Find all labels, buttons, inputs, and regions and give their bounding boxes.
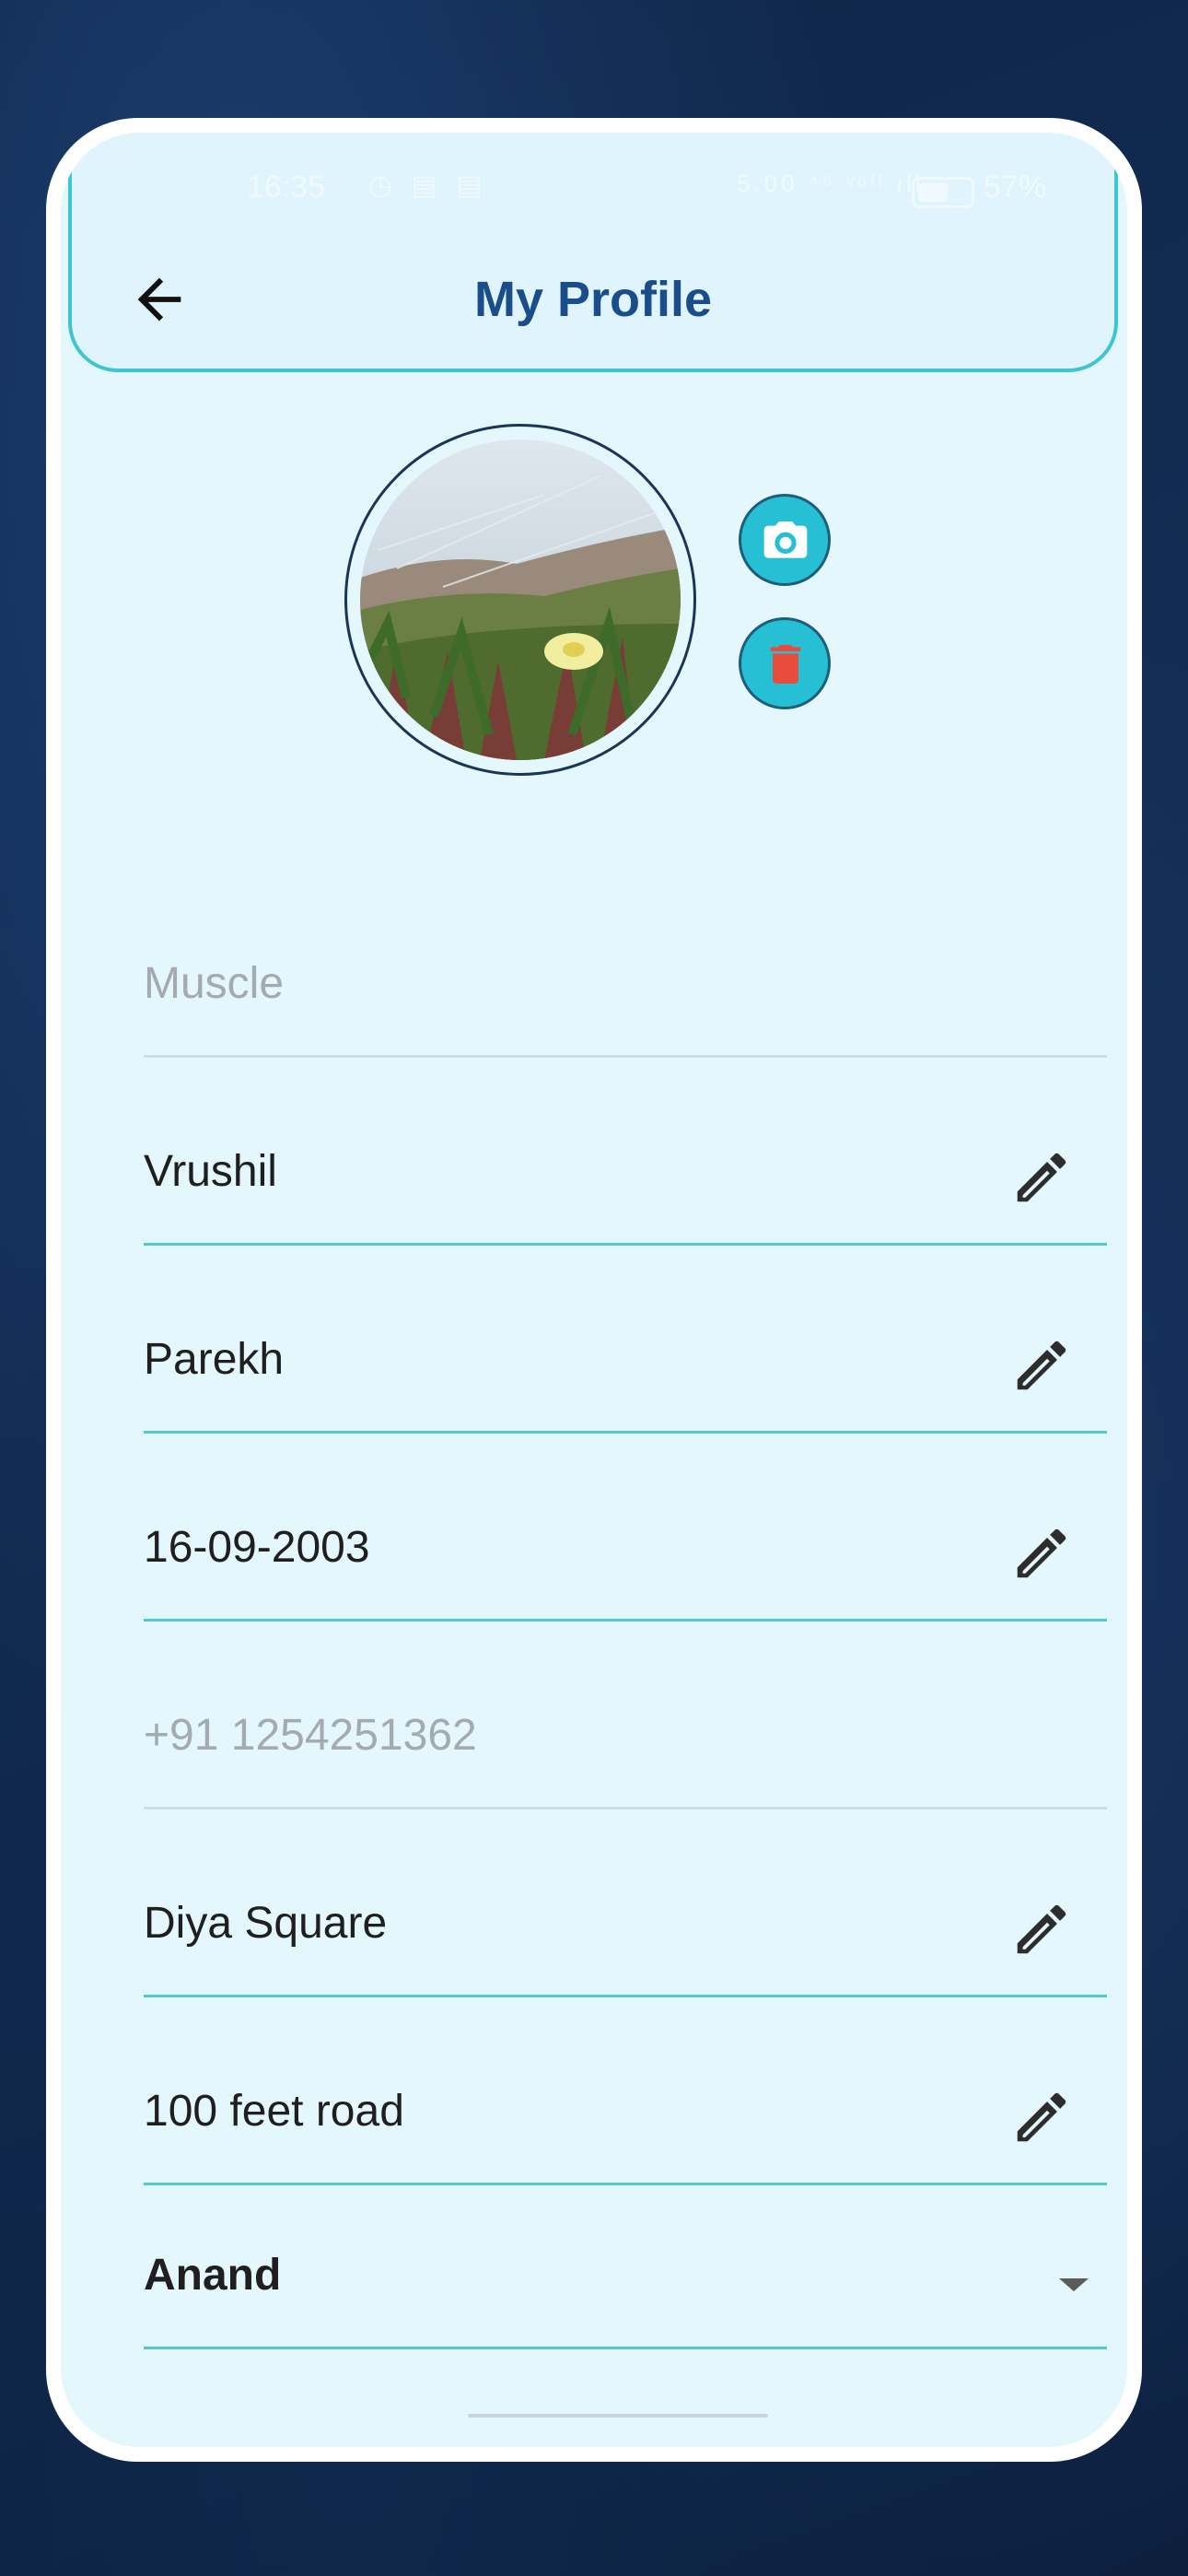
change-photo-button[interactable] xyxy=(739,494,831,586)
last-name-value[interactable]: Parekh xyxy=(144,1334,284,1385)
delete-photo-button[interactable] xyxy=(739,617,831,709)
phone-field: +91 1254251362 xyxy=(144,1622,1107,1809)
app-bar: 16:35 ◷ ▤ ▤ 5.00 ⁴⁶ ᵛᵒᴵᴵ ıll 57% My Prof… xyxy=(68,133,1118,372)
address-line-1-value[interactable]: Diya Square xyxy=(144,1898,387,1949)
page-title: My Profile xyxy=(473,272,713,327)
avatar-photo xyxy=(360,439,681,760)
address-line-2-field[interactable]: 100 feet road xyxy=(144,1997,1107,2185)
battery-icon xyxy=(912,177,974,208)
address-line-2-value[interactable]: 100 feet road xyxy=(144,2086,404,2137)
phone-frame: 16:35 ◷ ▤ ▤ 5.00 ⁴⁶ ᵛᵒᴵᴵ ıll 57% My Prof… xyxy=(46,118,1142,2462)
city-value[interactable]: Anand xyxy=(144,2250,281,2301)
edit-date-of-birth-icon[interactable] xyxy=(1009,1521,1074,1586)
edit-first-name-icon[interactable] xyxy=(1009,1145,1074,1210)
signal-icons: 5.00 ⁴⁶ ᵛᵒᴵᴵ ıll xyxy=(737,170,925,197)
edit-address-line-2-icon[interactable] xyxy=(1009,2085,1074,2149)
date-of-birth-field[interactable]: 16-09-2003 xyxy=(144,1434,1107,1622)
edit-address-line-1-icon[interactable] xyxy=(1009,1897,1074,1961)
notification-icons: ◷ ▤ ▤ xyxy=(368,170,488,201)
city-field[interactable]: Anand xyxy=(144,2185,1107,2349)
address-line-1-field[interactable]: Diya Square xyxy=(144,1809,1107,1997)
trash-icon xyxy=(770,645,801,684)
dropdown-arrow-icon[interactable] xyxy=(1059,2278,1089,2291)
username-field: Muscle xyxy=(144,870,1107,1058)
battery-percent: 57% xyxy=(984,170,1047,205)
phone-value: +91 1254251362 xyxy=(144,1711,477,1760)
app-screen: 16:35 ◷ ▤ ▤ 5.00 ⁴⁶ ᵛᵒᴵᴵ ıll 57% My Prof… xyxy=(61,133,1127,2447)
last-name-field[interactable]: Parekh xyxy=(144,1246,1107,1434)
edit-last-name-icon[interactable] xyxy=(1009,1333,1074,1398)
camera-icon xyxy=(763,521,808,558)
status-time: 16:35 xyxy=(247,170,326,205)
first-name-value[interactable]: Vrushil xyxy=(144,1146,277,1197)
date-of-birth-value[interactable]: 16-09-2003 xyxy=(144,1522,370,1573)
first-name-field[interactable]: Vrushil xyxy=(144,1058,1107,1246)
home-indicator[interactable] xyxy=(468,2414,768,2418)
profile-avatar[interactable] xyxy=(344,424,696,776)
bottom-bar xyxy=(61,2377,1127,2447)
username-value: Muscle xyxy=(144,959,285,1008)
status-bar: 16:35 ◷ ▤ ▤ 5.00 ⁴⁶ ᵛᵒᴵᴵ ıll 57% xyxy=(72,160,1114,216)
